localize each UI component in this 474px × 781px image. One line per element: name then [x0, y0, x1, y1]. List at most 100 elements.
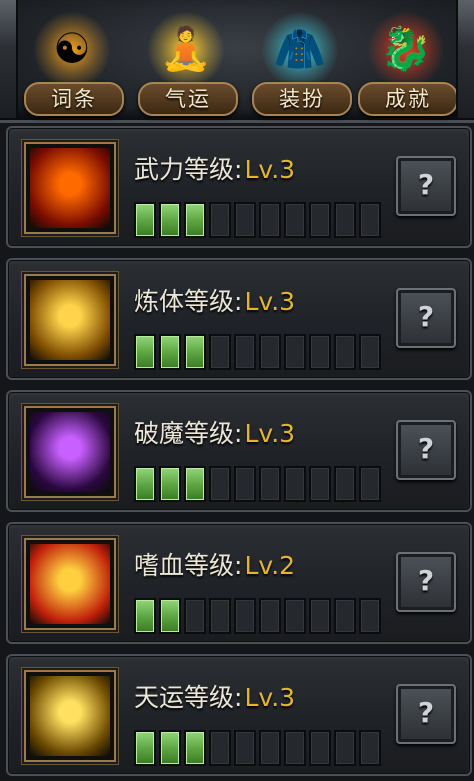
level-pip-empty: [359, 466, 381, 502]
level-pip-filled: [159, 730, 181, 766]
meditating-figure-icon: 🧘: [159, 24, 213, 73]
level-pip-empty: [309, 466, 331, 502]
level-pip-empty: [234, 466, 256, 502]
tab-entries-label: 词条: [24, 82, 124, 116]
skill-card: 嗜血等级:Lv.2?: [6, 522, 472, 644]
level-pip-empty: [184, 598, 206, 634]
level-pip-empty: [234, 202, 256, 238]
level-pip-empty: [334, 598, 356, 634]
tab-entries[interactable]: ☯ 词条: [20, 4, 124, 116]
help-button[interactable]: ?: [396, 552, 456, 612]
level-pip-filled: [134, 466, 156, 502]
skill-name: 武力等级: [134, 155, 235, 184]
level-pip-empty: [334, 466, 356, 502]
help-button[interactable]: ?: [396, 684, 456, 744]
level-pip-empty: [334, 202, 356, 238]
skill-card: 炼体等级:Lv.3?: [6, 258, 472, 380]
level-pip-empty: [209, 466, 231, 502]
level-pip-empty: [309, 202, 331, 238]
skill-icon-frame: [24, 538, 116, 630]
level-pip-empty: [284, 466, 306, 502]
level-pip-empty: [284, 334, 306, 370]
demon-breaker-icon: [30, 412, 110, 492]
question-mark-icon: ?: [417, 696, 435, 729]
skill-level: Lv.3: [244, 287, 296, 316]
tab-achievements[interactable]: 🐉 成就: [354, 4, 458, 116]
level-pip-filled: [159, 466, 181, 502]
level-pip-empty: [284, 730, 306, 766]
level-pip-empty: [359, 598, 381, 634]
skill-icon-frame: [24, 670, 116, 762]
level-pip-empty: [259, 466, 281, 502]
qilin-statue-icon: 🐉: [379, 24, 433, 73]
skill-level: Lv.3: [244, 155, 296, 184]
skill-card: 破魔等级:Lv.3?: [6, 390, 472, 512]
tab-costume-label: 装扮: [252, 82, 352, 116]
skill-title: 嗜血等级:Lv.2: [134, 546, 295, 582]
skill-name: 嗜血等级: [134, 551, 235, 580]
level-pip-empty: [284, 598, 306, 634]
skill-card: 武力等级:Lv.3?: [6, 126, 472, 248]
skill-icon-frame: [24, 274, 116, 366]
level-pip-filled: [134, 730, 156, 766]
skill-level: Lv.3: [244, 683, 296, 712]
tab-fortune-label: 气运: [138, 82, 238, 116]
level-pip-empty: [334, 730, 356, 766]
level-pip-filled: [134, 334, 156, 370]
skill-title: 天运等级:Lv.3: [134, 678, 295, 714]
bloodlust-icon: [30, 544, 110, 624]
skill-colon: :: [234, 683, 243, 712]
level-pip-empty: [359, 334, 381, 370]
yin-yang-icon: ☯: [53, 24, 91, 73]
skill-level: Lv.2: [244, 551, 296, 580]
fortune-vortex-icon: [30, 676, 110, 756]
skill-card: 天运等级:Lv.3?: [6, 654, 472, 776]
help-button[interactable]: ?: [396, 420, 456, 480]
tab-fortune[interactable]: 🧘 气运: [134, 4, 238, 116]
costume-icon: 🧥: [273, 24, 327, 73]
level-pip-empty: [359, 202, 381, 238]
tab-costume[interactable]: 🧥 装扮: [248, 4, 352, 116]
skill-name: 破魔等级: [134, 419, 235, 448]
skill-name: 炼体等级: [134, 287, 235, 316]
level-pip-empty: [259, 202, 281, 238]
skill-colon: :: [234, 287, 243, 316]
level-pip-empty: [234, 334, 256, 370]
help-button[interactable]: ?: [396, 156, 456, 216]
body-tempering-icon: [30, 280, 110, 360]
level-pip-empty: [209, 202, 231, 238]
level-pip-empty: [234, 730, 256, 766]
tab-achievements-label: 成就: [358, 82, 458, 116]
level-pip-empty: [259, 598, 281, 634]
level-pip-empty: [259, 334, 281, 370]
question-mark-icon: ?: [417, 300, 435, 333]
help-button[interactable]: ?: [396, 288, 456, 348]
top-tab-bar: ☯ 词条 🧘 气运 🧥 装扮 🐉 成就: [0, 0, 474, 123]
skill-title: 武力等级:Lv.3: [134, 150, 295, 186]
skill-title: 炼体等级:Lv.3: [134, 282, 295, 318]
question-mark-icon: ?: [417, 168, 435, 201]
level-pip-empty: [234, 598, 256, 634]
level-pip-empty: [309, 598, 331, 634]
skill-title: 破魔等级:Lv.3: [134, 414, 295, 450]
level-pip-empty: [209, 334, 231, 370]
fire-dragon-icon: [30, 148, 110, 228]
level-pip-empty: [284, 202, 306, 238]
level-pip-filled: [184, 730, 206, 766]
level-pip-empty: [309, 730, 331, 766]
level-pip-filled: [159, 334, 181, 370]
level-pip-empty: [334, 334, 356, 370]
level-pip-empty: [359, 730, 381, 766]
level-pip-filled: [159, 202, 181, 238]
level-pip-filled: [184, 466, 206, 502]
level-pip-filled: [159, 598, 181, 634]
level-pip-empty: [309, 334, 331, 370]
skill-colon: :: [234, 155, 243, 184]
question-mark-icon: ?: [417, 432, 435, 465]
skill-colon: :: [234, 551, 243, 580]
level-pip-empty: [259, 730, 281, 766]
question-mark-icon: ?: [417, 564, 435, 597]
skill-icon-frame: [24, 142, 116, 234]
level-pip-empty: [209, 598, 231, 634]
level-pip-filled: [134, 202, 156, 238]
